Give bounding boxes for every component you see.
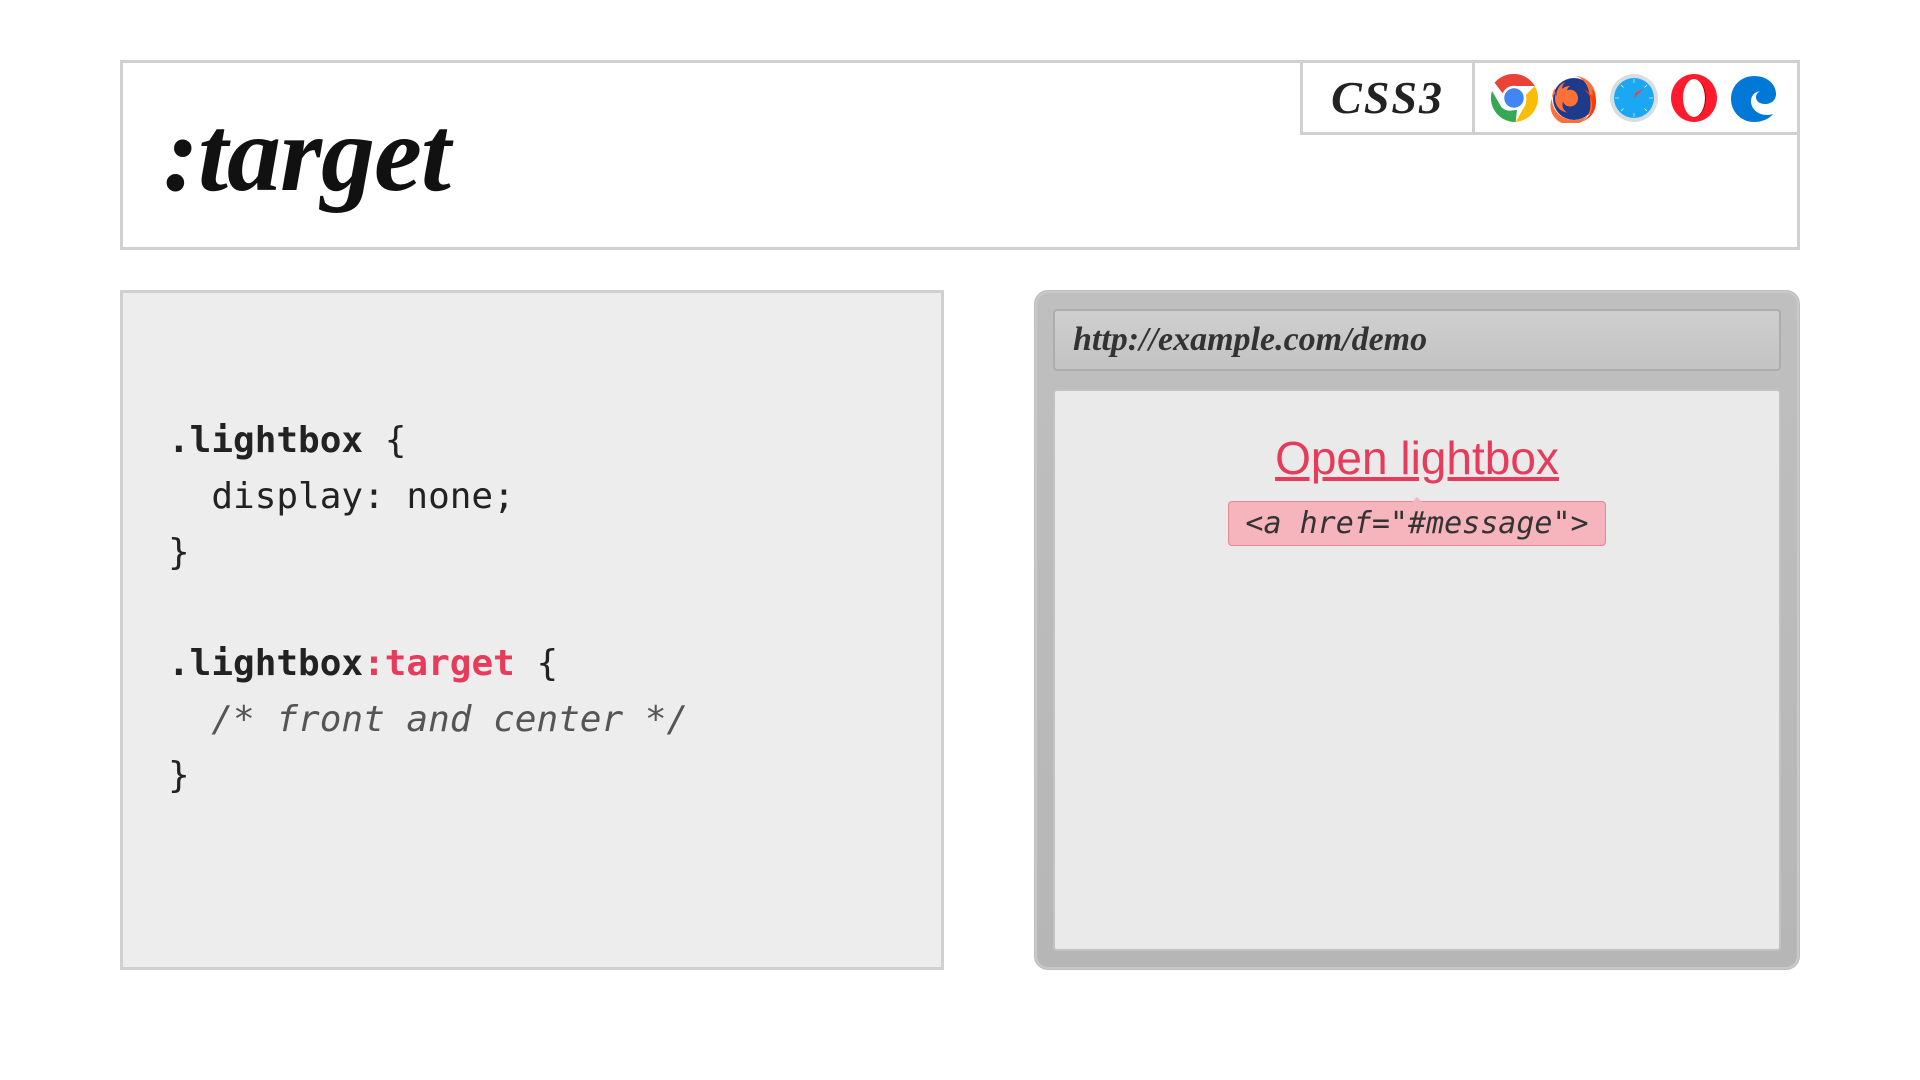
slide-title: :target [163,93,450,217]
firefox-icon [1549,73,1599,123]
spec-label: CSS3 [1303,63,1475,132]
support-box: CSS3 [1300,60,1800,135]
code-comment: /* front and center */ [168,699,688,740]
code-text: .lightbox [168,420,363,461]
browser-support [1475,63,1797,132]
slide-header: :target CSS3 [120,60,1800,250]
open-lightbox-link[interactable]: Open lightbox [1275,431,1559,485]
safari-icon [1609,73,1659,123]
edge-icon [1729,73,1779,123]
code-tooltip: <a href="#message"> [1228,501,1605,546]
code-example: .lightbox { display: none; } .lightbox:t… [120,290,944,970]
demo-browser-frame: http://example.com/demo Open lightbox <a… [1034,290,1800,970]
url-bar: http://example.com/demo [1053,309,1781,371]
chrome-icon [1489,73,1539,123]
demo-viewport: Open lightbox <a href="#message"> [1053,389,1781,951]
opera-icon [1669,73,1719,123]
highlighted-pseudo: :target [363,643,515,684]
